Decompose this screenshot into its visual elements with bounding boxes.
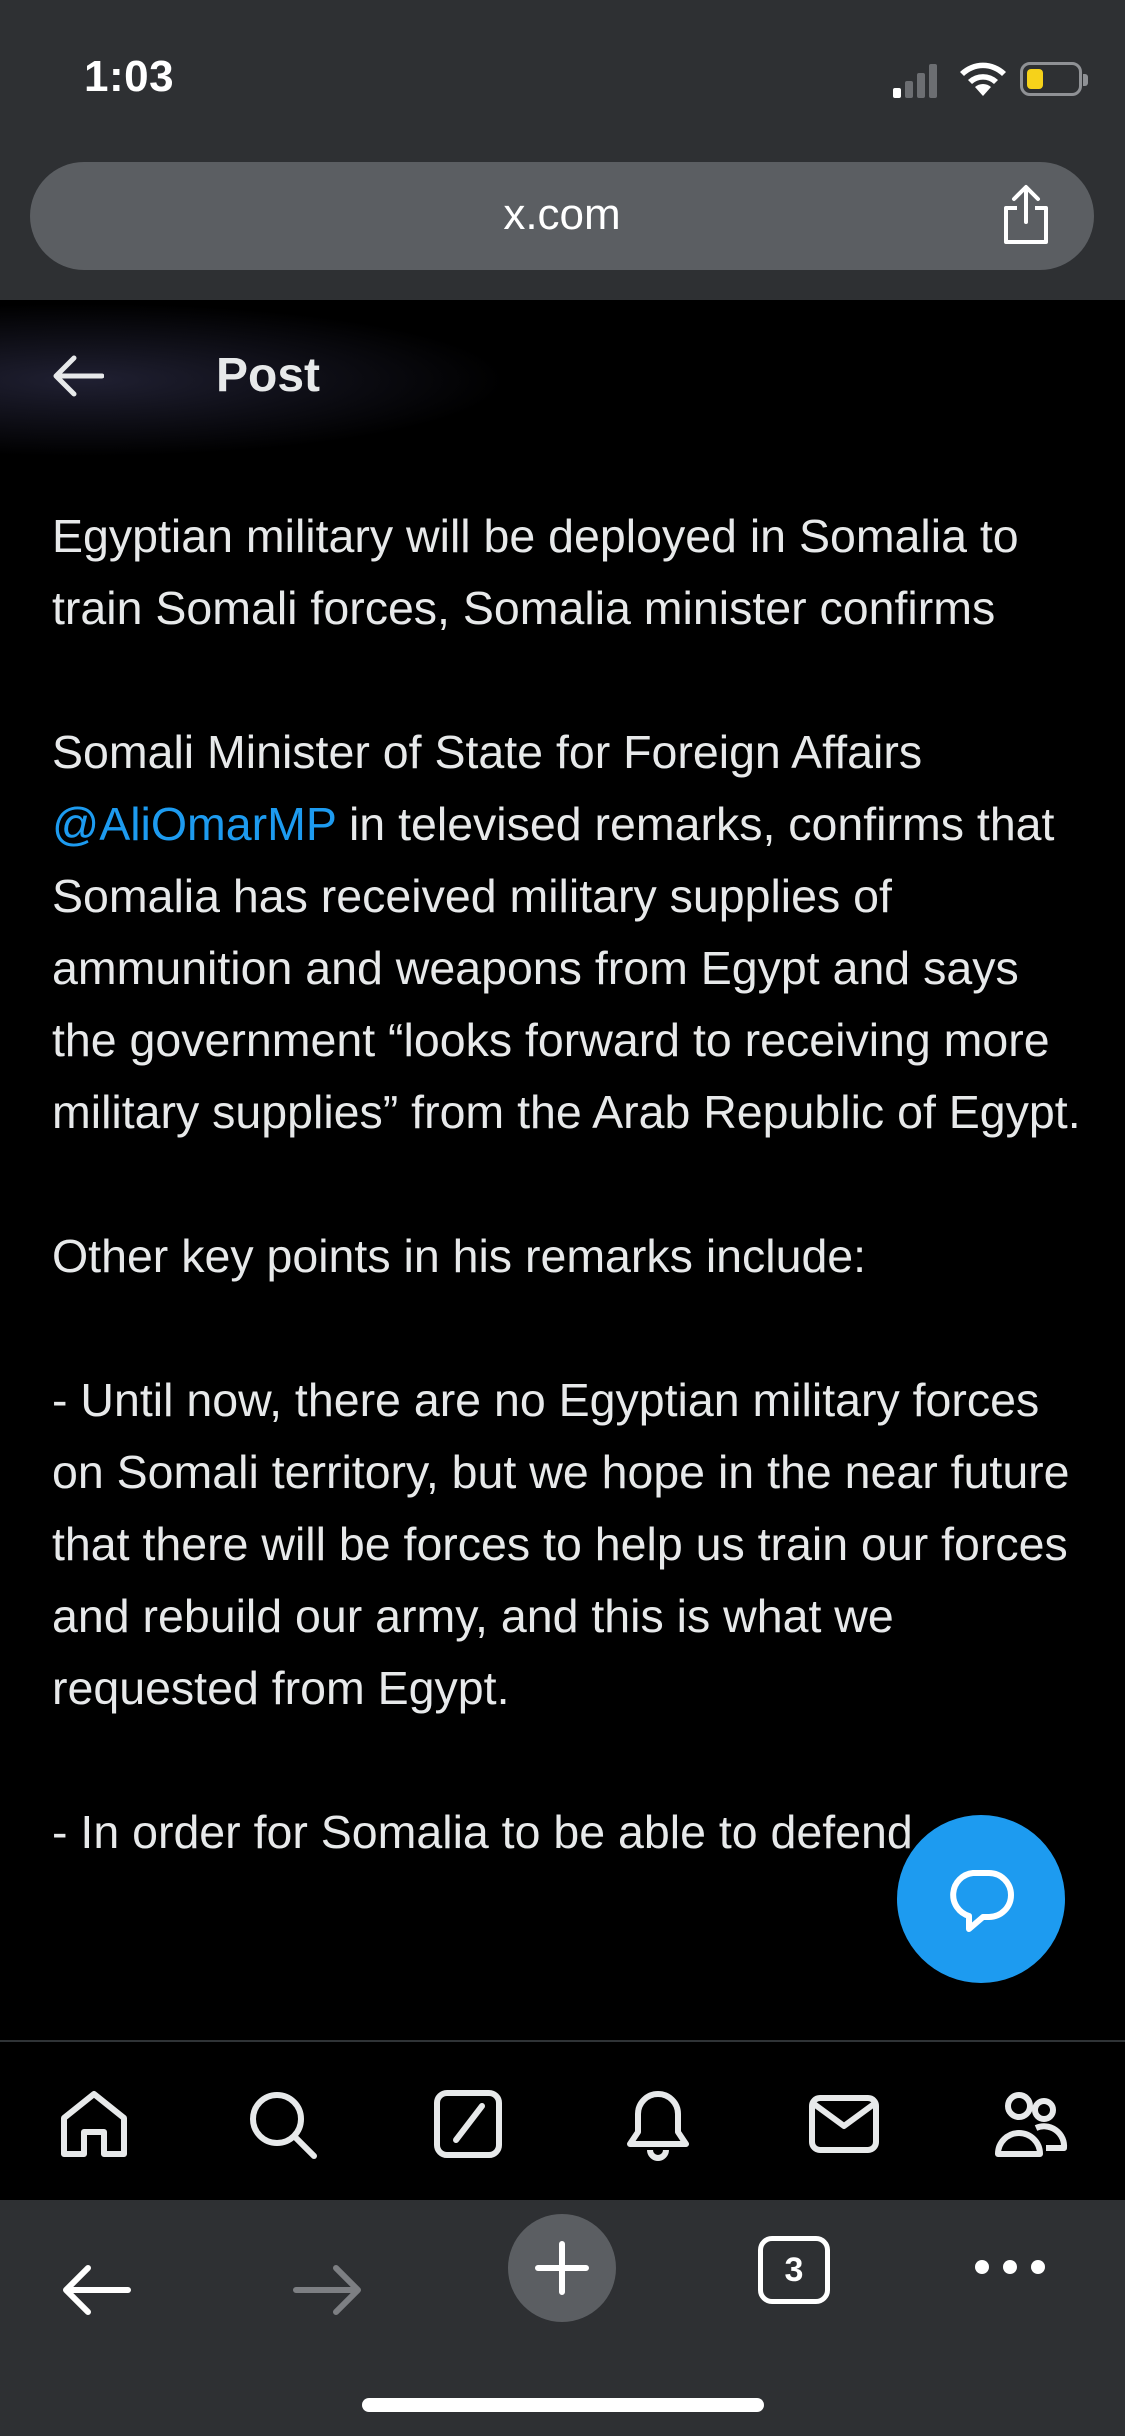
tab-search[interactable] xyxy=(244,2086,320,2162)
home-indicator[interactable] xyxy=(362,2398,764,2412)
battery-icon xyxy=(1020,62,1088,96)
post-body: Egyptian military will be deployed in So… xyxy=(52,500,1082,2040)
new-tab-button[interactable] xyxy=(508,2214,616,2322)
tab-compose[interactable] xyxy=(430,2086,506,2162)
plus-icon xyxy=(535,2241,589,2295)
post-paragraph: Egyptian military will be deployed in So… xyxy=(52,510,1019,634)
tab-notifications[interactable] xyxy=(620,2086,696,2162)
notifications-icon xyxy=(627,2091,689,2161)
post-paragraph: - Until now, there are no Egyptian milit… xyxy=(52,1374,1070,1714)
cellular-signal-icon xyxy=(893,62,939,98)
page-title: Post xyxy=(216,349,321,402)
status-time: 1:03 xyxy=(84,52,175,101)
messages-icon xyxy=(809,2095,879,2153)
app-tab-bar xyxy=(0,2040,1125,2200)
browser-back-icon[interactable] xyxy=(56,2250,136,2330)
home-icon xyxy=(61,2091,127,2157)
post-text: Somali Minister of State for Foreign Aff… xyxy=(52,726,923,778)
share-icon[interactable] xyxy=(1000,184,1052,246)
post-paragraph: Other key points in his remarks include: xyxy=(52,1230,867,1282)
post-paragraph: Somali Minister of State for Foreign Aff… xyxy=(52,716,1082,1148)
tabs-button[interactable]: 3 xyxy=(758,2236,830,2304)
search-icon xyxy=(250,2092,317,2159)
communities-icon xyxy=(995,2092,1068,2157)
reply-fab-button[interactable] xyxy=(897,1815,1065,1983)
browser-forward-icon[interactable] xyxy=(288,2250,368,2330)
reply-bubble-icon xyxy=(950,1870,1014,1932)
tab-communities[interactable] xyxy=(992,2086,1068,2162)
tab-messages[interactable] xyxy=(806,2086,882,2162)
mention-link[interactable]: @AliOmarMP xyxy=(52,798,336,850)
url-text: x.com xyxy=(503,190,621,239)
tab-home[interactable] xyxy=(56,2086,132,2162)
wifi-icon xyxy=(960,62,1006,96)
address-bar[interactable]: x.com xyxy=(30,162,1094,270)
browser-top-chrome: 1:03 x.com xyxy=(0,0,1125,300)
more-options-icon[interactable] xyxy=(970,2252,1050,2282)
post-header: Post xyxy=(0,290,1125,470)
status-bar: 1:03 xyxy=(0,0,1125,150)
compose-icon xyxy=(434,2090,502,2158)
back-arrow-icon[interactable] xyxy=(52,354,104,398)
